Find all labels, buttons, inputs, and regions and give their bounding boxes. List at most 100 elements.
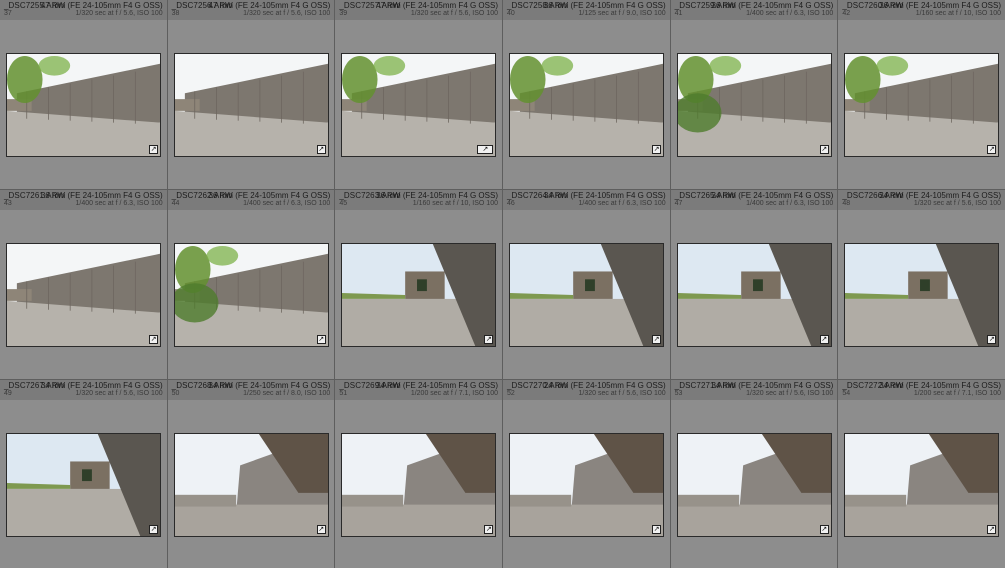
lens-info: 36 mm (FE 24-105mm F4 G OSS) <box>40 191 163 200</box>
photo-thumbnail[interactable]: ↗ <box>341 53 497 157</box>
photo-thumbnail-image <box>174 54 328 156</box>
external-edit-icon[interactable]: ↗ <box>652 525 661 534</box>
cell-metadata: _DSC7261.ARW 43 36 mm (FE 24-105mm F4 G OS… <box>0 190 167 210</box>
grid-cell[interactable]: _DSC7267.ARW 49 34 mm (FE 24-105mm F4 G OS… <box>0 380 167 568</box>
grid-cell[interactable]: _DSC7256.ARW 38 47 mm (FE 24-105mm F4 G OS… <box>167 0 335 189</box>
exposure-info: 1/320 sec at f / 5.6, ISO 100 <box>913 200 1001 207</box>
exposure-info: 1/320 sec at f / 5.6, ISO 100 <box>75 390 163 397</box>
photo-thumbnail-image <box>510 54 663 156</box>
external-edit-icon[interactable]: ↗ <box>149 145 158 154</box>
photo-thumbnail[interactable]: ↗ <box>6 53 161 157</box>
external-edit-icon[interactable]: ↗ <box>316 145 326 154</box>
cell-metadata: _DSC7266.ARW 48 34 mm (FE 24-105mm F4 G OS… <box>838 190 1005 210</box>
photo-thumbnail[interactable]: ↗ <box>341 243 497 347</box>
photo-thumbnail-image <box>7 434 160 536</box>
photo-thumbnail[interactable]: ↗ <box>341 433 497 537</box>
external-edit-icon[interactable]: ↗ <box>316 335 326 344</box>
exposure-info: 1/200 sec at f / 7.1, ISO 100 <box>410 390 498 397</box>
grid-cell[interactable]: _DSC7265.ARW 47 34 mm (FE 24-105mm F4 G OS… <box>670 190 838 379</box>
cell-index: 38 <box>171 10 180 17</box>
grid-cell[interactable]: _DSC7263.ARW 45 36 mm (FE 24-105mm F4 G OS… <box>335 190 502 379</box>
photo-thumbnail-image <box>342 434 496 536</box>
external-edit-icon[interactable]: ↗ <box>987 525 997 534</box>
cell-metadata: _DSC7255.ARW 37 47 mm (FE 24-105mm F4 G OS… <box>0 0 167 20</box>
cell-metadata: _DSC7272.ARW 54 34 mm (FE 24-105mm F4 G OS… <box>838 380 1005 400</box>
photo-thumbnail-image <box>845 54 999 156</box>
grid-cell[interactable]: _DSC7271.ARW 53 34 mm (FE 24-105mm F4 G OS… <box>670 380 838 568</box>
photo-thumbnail[interactable]: ↗ <box>844 433 1000 537</box>
grid-cell[interactable]: _DSC7262.ARW 44 36 mm (FE 24-105mm F4 G OS… <box>167 190 335 379</box>
photo-thumbnail-image <box>174 434 328 536</box>
photo-thumbnail[interactable]: ↗ <box>844 243 1000 347</box>
photo-thumbnail[interactable]: ↗ <box>509 53 664 157</box>
cell-index: 48 <box>842 200 851 207</box>
grid-cell[interactable]: _DSC7259.ARW 41 36 mm (FE 24-105mm F4 G OS… <box>670 0 838 189</box>
external-edit-icon[interactable]: ↗ <box>652 335 661 344</box>
photo-thumbnail[interactable]: ↗ <box>6 243 161 347</box>
photo-thumbnail[interactable]: ↗ <box>676 433 832 537</box>
external-edit-icon[interactable]: ↗ <box>987 145 997 154</box>
photo-thumbnail-image <box>845 434 999 536</box>
external-edit-icon[interactable]: ↗ <box>477 145 494 154</box>
cell-metadata: _DSC7269.ARW 51 34 mm (FE 24-105mm F4 G OS… <box>335 380 502 400</box>
lens-info: 36 mm (FE 24-105mm F4 G OSS) <box>711 1 834 10</box>
filmstrip-grid: _DSC7255.ARW 37 47 mm (FE 24-105mm F4 G OS… <box>0 0 1005 568</box>
external-edit-icon[interactable]: ↗ <box>819 335 829 344</box>
photo-thumbnail[interactable]: ↗ <box>173 433 329 537</box>
grid-cell[interactable]: _DSC7257.ARW 39 47 mm (FE 24-105mm F4 G OS… <box>335 0 502 189</box>
photo-thumbnail-image <box>677 54 831 156</box>
cell-index: 54 <box>842 390 851 397</box>
external-edit-icon[interactable]: ↗ <box>987 335 997 344</box>
lens-info: 47 mm (FE 24-105mm F4 G OSS) <box>40 1 163 10</box>
grid-cell[interactable]: _DSC7255.ARW 37 47 mm (FE 24-105mm F4 G OS… <box>0 0 167 189</box>
grid-cell[interactable]: _DSC7261.ARW 43 36 mm (FE 24-105mm F4 G OS… <box>0 190 167 379</box>
photo-thumbnail[interactable]: ↗ <box>509 243 664 347</box>
lens-info: 34 mm (FE 24-105mm F4 G OSS) <box>208 381 331 390</box>
grid-cell[interactable]: _DSC7264.ARW 46 34 mm (FE 24-105mm F4 G OS… <box>503 190 670 379</box>
grid-cell[interactable]: _DSC7260.ARW 42 36 mm (FE 24-105mm F4 G OS… <box>838 0 1005 189</box>
photo-thumbnail[interactable]: ↗ <box>173 243 329 347</box>
lens-info: 24 mm (FE 24-105mm F4 G OSS) <box>543 381 666 390</box>
lens-info: 47 mm (FE 24-105mm F4 G OSS) <box>376 1 498 10</box>
grid-cell[interactable]: _DSC7272.ARW 54 34 mm (FE 24-105mm F4 G OS… <box>838 380 1005 568</box>
cell-index: 43 <box>4 200 12 207</box>
cell-index: 45 <box>339 200 348 207</box>
cell-metadata: _DSC7257.ARW 39 47 mm (FE 24-105mm F4 G OS… <box>335 0 502 20</box>
photo-thumbnail[interactable]: ↗ <box>844 53 1000 157</box>
grid-cell[interactable]: _DSC7268.ARW 50 34 mm (FE 24-105mm F4 G OS… <box>167 380 335 568</box>
grid-cell[interactable]: _DSC7270.ARW 52 24 mm (FE 24-105mm F4 G OS… <box>503 380 670 568</box>
external-edit-icon[interactable]: ↗ <box>149 335 158 344</box>
photo-thumbnail-image <box>7 54 160 156</box>
photo-thumbnail-image <box>174 244 328 346</box>
cell-index: 42 <box>842 10 851 17</box>
grid-cell[interactable]: _DSC7266.ARW 48 34 mm (FE 24-105mm F4 G OS… <box>838 190 1005 379</box>
cell-metadata: _DSC7260.ARW 42 36 mm (FE 24-105mm F4 G OS… <box>838 0 1005 20</box>
cell-index: 51 <box>339 390 348 397</box>
exposure-info: 1/200 sec at f / 7.1, ISO 100 <box>913 390 1001 397</box>
photo-thumbnail[interactable]: ↗ <box>509 433 664 537</box>
exposure-info: 1/320 sec at f / 5.6, ISO 100 <box>578 390 666 397</box>
photo-thumbnail[interactable]: ↗ <box>676 53 832 157</box>
cell-index: 52 <box>507 390 515 397</box>
photo-thumbnail[interactable]: ↗ <box>173 53 329 157</box>
grid-cell[interactable]: _DSC7258.ARW 40 36 mm (FE 24-105mm F4 G OS… <box>503 0 670 189</box>
lens-info: 34 mm (FE 24-105mm F4 G OSS) <box>711 191 834 200</box>
external-edit-icon[interactable]: ↗ <box>819 525 829 534</box>
external-edit-icon[interactable]: ↗ <box>652 145 661 154</box>
grid-cell[interactable]: _DSC7269.ARW 51 34 mm (FE 24-105mm F4 G OS… <box>335 380 502 568</box>
cell-metadata: _DSC7259.ARW 41 36 mm (FE 24-105mm F4 G OS… <box>670 0 838 20</box>
photo-thumbnail[interactable]: ↗ <box>6 433 161 537</box>
photo-thumbnail-image <box>845 244 999 346</box>
external-edit-icon[interactable]: ↗ <box>819 145 829 154</box>
photo-thumbnail[interactable]: ↗ <box>676 243 832 347</box>
external-edit-icon[interactable]: ↗ <box>484 335 494 344</box>
cell-metadata: _DSC7267.ARW 49 34 mm (FE 24-105mm F4 G OS… <box>0 380 167 400</box>
exposure-info: 1/320 sec at f / 5.6, ISO 100 <box>746 390 834 397</box>
cell-metadata: _DSC7258.ARW 40 36 mm (FE 24-105mm F4 G OS… <box>503 0 670 20</box>
external-edit-icon[interactable]: ↗ <box>149 525 158 534</box>
external-edit-icon[interactable]: ↗ <box>484 525 494 534</box>
cell-metadata: _DSC7263.ARW 45 36 mm (FE 24-105mm F4 G OS… <box>335 190 502 210</box>
external-edit-icon[interactable]: ↗ <box>316 525 326 534</box>
cell-metadata: _DSC7271.ARW 53 34 mm (FE 24-105mm F4 G OS… <box>670 380 838 400</box>
photo-thumbnail-image <box>342 54 496 156</box>
